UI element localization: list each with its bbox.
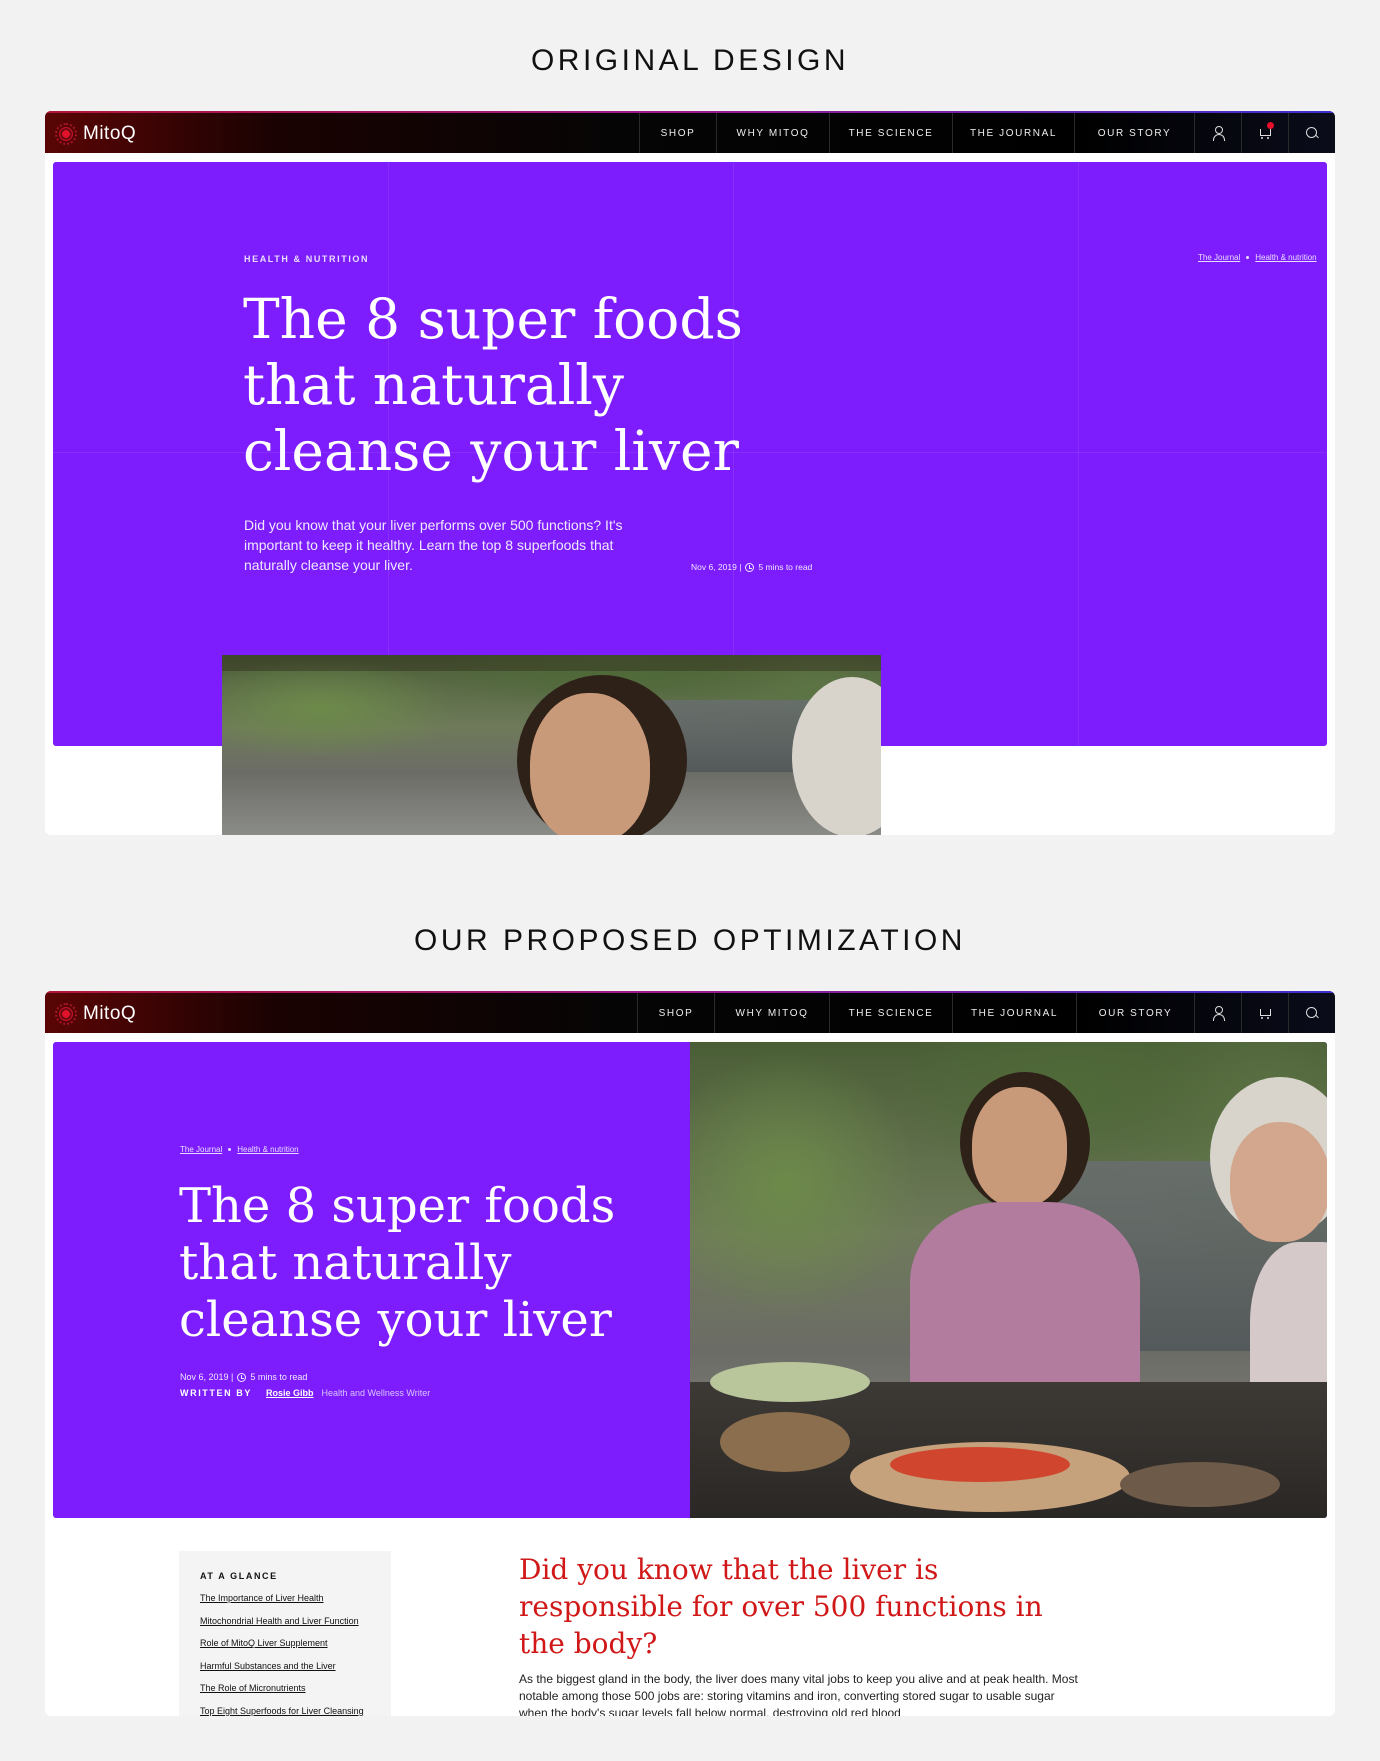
read-time: 5 mins to read [758,562,813,572]
top-nav: MitoQ SHOP WHY MITOQ THE SCIENCE THE JOU… [45,991,1335,1033]
top-nav: MitoQ SHOP WHY MITOQ THE SCIENCE THE JOU… [45,111,1335,153]
at-a-glance-toc: AT A GLANCE The Importance of Liver Heal… [179,1551,391,1716]
author-role: Health and Wellness Writer [321,1388,431,1398]
toc-title: AT A GLANCE [200,1571,278,1581]
nav-the-science[interactable]: THE SCIENCE [829,993,952,1033]
hero-image [222,655,881,835]
search-button[interactable] [1288,993,1335,1033]
nav-our-story[interactable]: OUR STORY [1076,993,1194,1033]
article-meta: Nov 6, 2019 | 5 mins to read [691,562,812,572]
title-line: that naturally [179,1235,512,1291]
search-icon [1305,126,1319,140]
logo-text: MitoQ [83,123,137,144]
publish-date: Nov 6, 2019 | [180,1372,234,1382]
toc-link[interactable]: The Importance of Liver Health [200,1593,391,1616]
original-design-frame: MitoQ SHOP WHY MITOQ THE SCIENCE THE JOU… [45,111,1335,835]
toc-link[interactable]: The Role of Micronutrients [200,1683,391,1706]
body-paragraph: As the biggest gland in the body, the li… [519,1672,1078,1716]
cart-icon [1258,1006,1272,1020]
breadcrumb-journal[interactable]: The Journal [1198,253,1240,262]
nav-why-mitoq[interactable]: WHY MITOQ [716,113,829,153]
read-time: 5 mins to read [250,1372,308,1382]
hero-image [690,1042,1327,1518]
article-dek: Did you know that your liver performs ov… [244,517,623,573]
mitoq-logo-icon [55,123,77,145]
category-kicker: HEALTH & NUTRITION [244,254,370,264]
cart-badge [1267,122,1274,129]
breadcrumb-health[interactable]: Health & nutrition [1255,253,1316,262]
breadcrumb-health[interactable]: Health & nutrition [237,1145,298,1154]
nav-our-story[interactable]: OUR STORY [1074,113,1194,153]
lead-paragraph: Did you know that the liver is responsib… [519,1553,1043,1660]
clock-icon [237,1372,247,1382]
nav-shop[interactable]: SHOP [637,993,714,1033]
nav-the-science[interactable]: THE SCIENCE [829,113,952,153]
nav-shop[interactable]: SHOP [639,113,716,153]
mitoq-logo-icon [55,1003,77,1025]
logo[interactable]: MitoQ [55,1001,136,1027]
search-button[interactable] [1288,113,1335,153]
nav-why-mitoq[interactable]: WHY MITOQ [714,993,829,1033]
title-line: cleanse your liver [179,1292,612,1348]
user-icon [1211,1006,1225,1021]
toc-link[interactable]: Harmful Substances and the Liver [200,1661,391,1684]
breadcrumb: The Journal Health & nutrition [180,1145,299,1154]
article-meta: Nov 6, 2019 | 5 mins to read [180,1372,307,1382]
breadcrumb-separator [228,1148,232,1151]
toc-link[interactable]: Top Eight Superfoods for Liver Cleansing [200,1706,391,1716]
logo-text: MitoQ [83,1003,137,1024]
title-line: The 8 super foods [243,287,743,351]
proposed-optimization-heading: OUR PROPOSED OPTIMIZATION [414,924,966,957]
breadcrumb-journal[interactable]: The Journal [180,1145,222,1154]
proposed-hero: The Journal Health & nutrition The 8 sup… [53,1042,1327,1518]
author-link[interactable]: Rosie Gibb [266,1388,314,1398]
search-icon [1305,1006,1319,1020]
user-icon [1211,126,1225,141]
logo[interactable]: MitoQ [55,121,136,147]
title-line: cleanse your liver [243,419,739,483]
proposed-design-frame: MitoQ SHOP WHY MITOQ THE SCIENCE THE JOU… [45,991,1335,1716]
nav-the-journal[interactable]: THE JOURNAL [952,113,1074,153]
account-button[interactable] [1194,993,1241,1033]
nav-the-journal[interactable]: THE JOURNAL [952,993,1076,1033]
title-line: that naturally [243,353,624,417]
publish-date: Nov 6, 2019 | [691,562,742,572]
original-design-heading: ORIGINAL DESIGN [530,44,850,77]
cart-button[interactable] [1241,113,1288,153]
title-line: The 8 super foods [179,1178,616,1234]
byline: WRITTEN BY Rosie Gibb Health and Wellnes… [180,1388,430,1398]
clock-icon [745,562,755,572]
toc-link[interactable]: Role of MitoQ Liver Supplement [200,1638,391,1661]
written-by-label: WRITTEN BY [180,1388,252,1398]
breadcrumb: The Journal Health & nutrition [1198,253,1317,262]
article-title: The 8 super foods that naturally cleanse… [179,1178,615,1349]
breadcrumb-separator [1246,256,1250,259]
article-title: The 8 super foods that naturally cleanse… [243,286,743,484]
account-button[interactable] [1194,113,1241,153]
cart-button[interactable] [1241,993,1288,1033]
toc-link[interactable]: Mitochondrial Health and Liver Function [200,1616,391,1639]
cart-icon [1258,122,1274,140]
